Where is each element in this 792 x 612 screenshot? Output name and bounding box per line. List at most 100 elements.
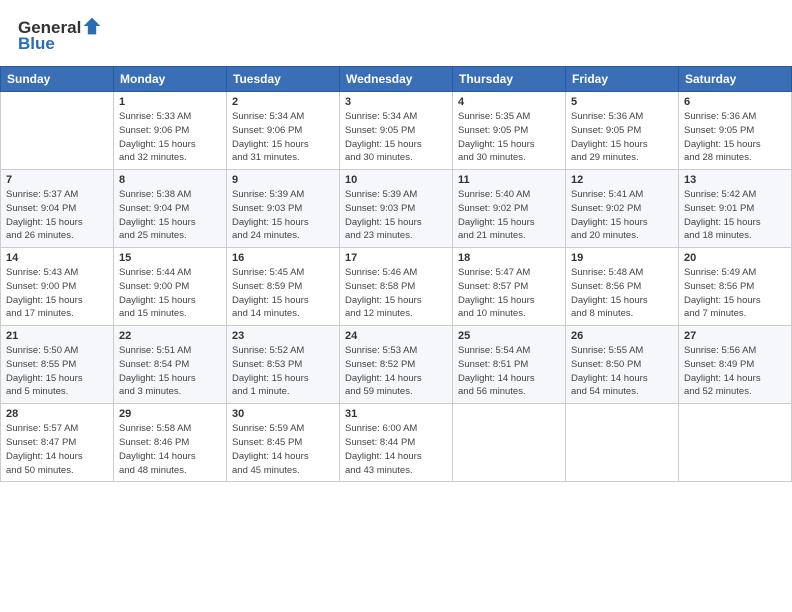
day-number: 4 — [458, 96, 560, 108]
day-cell: 16 Sunrise: 5:45 AM Sunset: 8:59 PM Dayli… — [227, 248, 340, 326]
day-cell: 23 Sunrise: 5:52 AM Sunset: 8:53 PM Dayli… — [227, 326, 340, 404]
day-info: Sunrise: 5:35 AM Sunset: 9:05 PM Dayligh… — [458, 110, 560, 165]
day-info: Sunrise: 5:46 AM Sunset: 8:58 PM Dayligh… — [345, 266, 447, 321]
day-info: Sunrise: 5:37 AM Sunset: 9:04 PM Dayligh… — [6, 188, 108, 243]
day-number: 27 — [684, 330, 786, 342]
weekday-header-friday: Friday — [566, 67, 679, 92]
day-number: 18 — [458, 252, 560, 264]
week-row-1: 1 Sunrise: 5:33 AM Sunset: 9:06 PM Daylig… — [1, 92, 792, 170]
calendar-table: SundayMondayTuesdayWednesdayThursdayFrid… — [0, 66, 792, 482]
day-number: 22 — [119, 330, 221, 342]
page: General Blue SundayMondayTuesdayWednesda… — [0, 0, 792, 612]
logo-icon — [82, 16, 102, 36]
day-cell: 28 Sunrise: 5:57 AM Sunset: 8:47 PM Dayli… — [1, 404, 114, 482]
day-info: Sunrise: 5:58 AM Sunset: 8:46 PM Dayligh… — [119, 422, 221, 477]
day-number: 2 — [232, 96, 334, 108]
day-cell: 7 Sunrise: 5:37 AM Sunset: 9:04 PM Daylig… — [1, 170, 114, 248]
day-number: 29 — [119, 408, 221, 420]
day-cell: 2 Sunrise: 5:34 AM Sunset: 9:06 PM Daylig… — [227, 92, 340, 170]
day-number: 21 — [6, 330, 108, 342]
week-row-2: 7 Sunrise: 5:37 AM Sunset: 9:04 PM Daylig… — [1, 170, 792, 248]
weekday-header-sunday: Sunday — [1, 67, 114, 92]
day-cell: 15Sunrise: 5:44 AM Sunset: 9:00 PM Dayli… — [114, 248, 227, 326]
weekday-header-row: SundayMondayTuesdayWednesdayThursdayFrid… — [1, 67, 792, 92]
week-row-4: 21Sunrise: 5:50 AM Sunset: 8:55 PM Dayli… — [1, 326, 792, 404]
day-number: 14 — [6, 252, 108, 264]
weekday-header-tuesday: Tuesday — [227, 67, 340, 92]
day-info: Sunrise: 5:53 AM Sunset: 8:52 PM Dayligh… — [345, 344, 447, 399]
day-cell: 31Sunrise: 6:00 AM Sunset: 8:44 PM Dayli… — [340, 404, 453, 482]
day-cell: 21Sunrise: 5:50 AM Sunset: 8:55 PM Dayli… — [1, 326, 114, 404]
logo: General Blue — [18, 18, 102, 54]
day-cell: 29 Sunrise: 5:58 AM Sunset: 8:46 PM Dayli… — [114, 404, 227, 482]
day-info: Sunrise: 5:57 AM Sunset: 8:47 PM Dayligh… — [6, 422, 108, 477]
day-number: 10 — [345, 174, 447, 186]
day-number: 7 — [6, 174, 108, 186]
day-cell: 27 Sunrise: 5:56 AM Sunset: 8:49 PM Dayli… — [679, 326, 792, 404]
day-number: 1 — [119, 96, 221, 108]
day-number: 19 — [571, 252, 673, 264]
day-number: 31 — [345, 408, 447, 420]
day-info: Sunrise: 5:41 AM Sunset: 9:02 PM Dayligh… — [571, 188, 673, 243]
day-number: 15 — [119, 252, 221, 264]
day-info: Sunrise: 5:56 AM Sunset: 8:49 PM Dayligh… — [684, 344, 786, 399]
day-cell — [566, 404, 679, 482]
day-cell: 25 Sunrise: 5:54 AM Sunset: 8:51 PM Dayli… — [453, 326, 566, 404]
day-info: Sunrise: 5:45 AM Sunset: 8:59 PM Dayligh… — [232, 266, 334, 321]
header: General Blue — [0, 0, 792, 62]
day-cell: 9 Sunrise: 5:39 AM Sunset: 9:03 PM Daylig… — [227, 170, 340, 248]
weekday-header-saturday: Saturday — [679, 67, 792, 92]
day-info: Sunrise: 5:40 AM Sunset: 9:02 PM Dayligh… — [458, 188, 560, 243]
day-info: Sunrise: 5:33 AM Sunset: 9:06 PM Dayligh… — [119, 110, 221, 165]
day-info: Sunrise: 5:34 AM Sunset: 9:06 PM Dayligh… — [232, 110, 334, 165]
day-cell: 3 Sunrise: 5:34 AM Sunset: 9:05 PM Daylig… — [340, 92, 453, 170]
day-cell: 8Sunrise: 5:38 AM Sunset: 9:04 PM Daylig… — [114, 170, 227, 248]
day-number: 9 — [232, 174, 334, 186]
week-row-3: 14 Sunrise: 5:43 AM Sunset: 9:00 PM Dayli… — [1, 248, 792, 326]
day-cell: 18 Sunrise: 5:47 AM Sunset: 8:57 PM Dayli… — [453, 248, 566, 326]
day-info: Sunrise: 5:43 AM Sunset: 9:00 PM Dayligh… — [6, 266, 108, 321]
day-number: 16 — [232, 252, 334, 264]
day-number: 5 — [571, 96, 673, 108]
week-row-5: 28 Sunrise: 5:57 AM Sunset: 8:47 PM Dayli… — [1, 404, 792, 482]
day-number: 20 — [684, 252, 786, 264]
day-info: Sunrise: 5:52 AM Sunset: 8:53 PM Dayligh… — [232, 344, 334, 399]
day-info: Sunrise: 5:39 AM Sunset: 9:03 PM Dayligh… — [232, 188, 334, 243]
weekday-header-wednesday: Wednesday — [340, 67, 453, 92]
day-cell: 17Sunrise: 5:46 AM Sunset: 8:58 PM Dayli… — [340, 248, 453, 326]
day-cell: 30 Sunrise: 5:59 AM Sunset: 8:45 PM Dayli… — [227, 404, 340, 482]
day-info: Sunrise: 5:59 AM Sunset: 8:45 PM Dayligh… — [232, 422, 334, 477]
day-cell — [1, 92, 114, 170]
day-number: 24 — [345, 330, 447, 342]
day-info: Sunrise: 5:39 AM Sunset: 9:03 PM Dayligh… — [345, 188, 447, 243]
day-info: Sunrise: 5:36 AM Sunset: 9:05 PM Dayligh… — [684, 110, 786, 165]
day-info: Sunrise: 5:51 AM Sunset: 8:54 PM Dayligh… — [119, 344, 221, 399]
day-info: Sunrise: 5:49 AM Sunset: 8:56 PM Dayligh… — [684, 266, 786, 321]
day-number: 30 — [232, 408, 334, 420]
day-cell — [679, 404, 792, 482]
day-cell: 10 Sunrise: 5:39 AM Sunset: 9:03 PM Dayli… — [340, 170, 453, 248]
day-cell: 14 Sunrise: 5:43 AM Sunset: 9:00 PM Dayli… — [1, 248, 114, 326]
day-cell: 1 Sunrise: 5:33 AM Sunset: 9:06 PM Daylig… — [114, 92, 227, 170]
day-cell: 13Sunrise: 5:42 AM Sunset: 9:01 PM Dayli… — [679, 170, 792, 248]
day-info: Sunrise: 5:42 AM Sunset: 9:01 PM Dayligh… — [684, 188, 786, 243]
day-cell: 11 Sunrise: 5:40 AM Sunset: 9:02 PM Dayli… — [453, 170, 566, 248]
day-info: Sunrise: 5:34 AM Sunset: 9:05 PM Dayligh… — [345, 110, 447, 165]
weekday-header-thursday: Thursday — [453, 67, 566, 92]
day-cell: 4 Sunrise: 5:35 AM Sunset: 9:05 PM Daylig… — [453, 92, 566, 170]
day-number: 23 — [232, 330, 334, 342]
day-number: 8 — [119, 174, 221, 186]
day-number: 28 — [6, 408, 108, 420]
day-number: 11 — [458, 174, 560, 186]
day-number: 6 — [684, 96, 786, 108]
day-number: 25 — [458, 330, 560, 342]
logo-blue-text: Blue — [18, 34, 55, 54]
day-info: Sunrise: 5:36 AM Sunset: 9:05 PM Dayligh… — [571, 110, 673, 165]
day-info: Sunrise: 5:55 AM Sunset: 8:50 PM Dayligh… — [571, 344, 673, 399]
weekday-header-monday: Monday — [114, 67, 227, 92]
day-cell: 6 Sunrise: 5:36 AM Sunset: 9:05 PM Daylig… — [679, 92, 792, 170]
day-info: Sunrise: 5:54 AM Sunset: 8:51 PM Dayligh… — [458, 344, 560, 399]
day-number: 3 — [345, 96, 447, 108]
day-cell — [453, 404, 566, 482]
day-info: Sunrise: 5:47 AM Sunset: 8:57 PM Dayligh… — [458, 266, 560, 321]
